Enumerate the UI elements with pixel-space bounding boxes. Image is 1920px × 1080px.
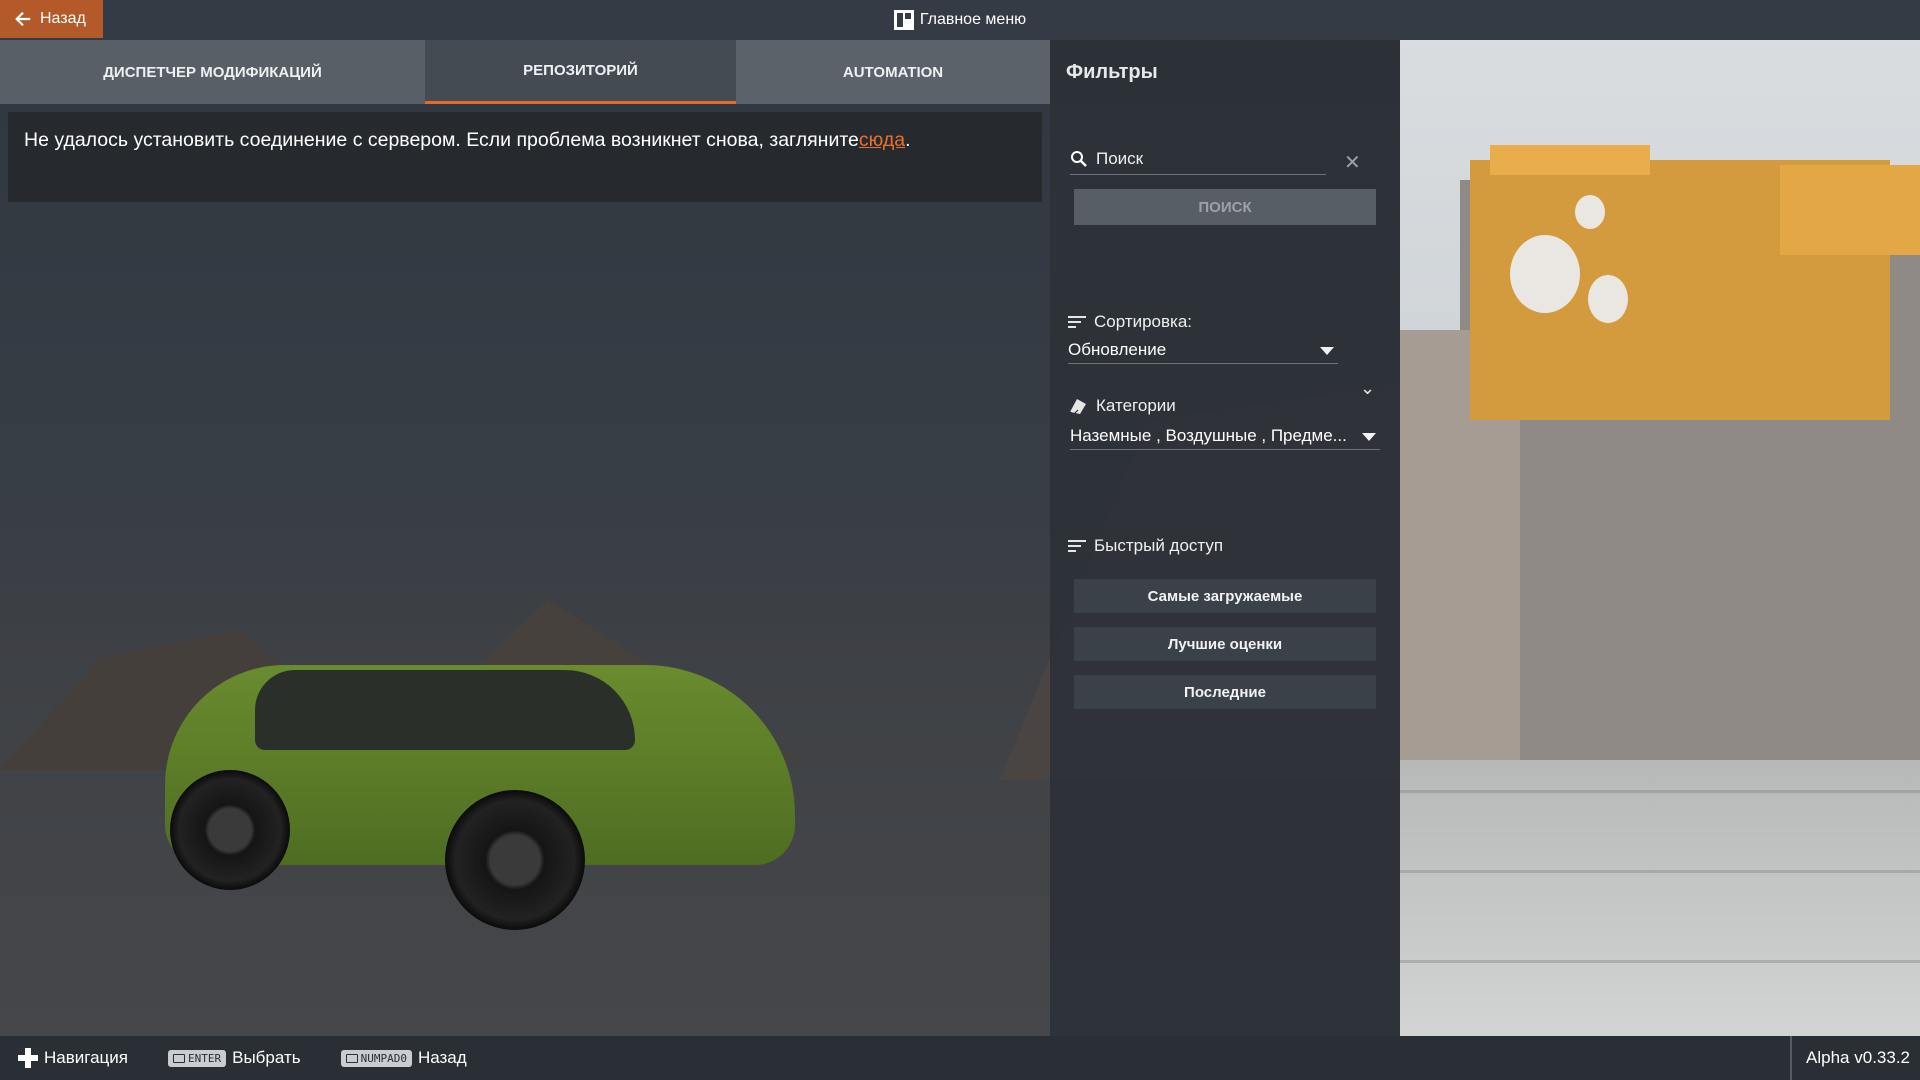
tab-automation[interactable]: Automation	[736, 40, 1050, 104]
search-field[interactable]	[1070, 144, 1326, 175]
sort-select[interactable]: Обновление	[1068, 337, 1338, 364]
categories-section: Категории	[1068, 396, 1176, 416]
numpad-key-badge: NUMPAD0	[340, 1049, 412, 1067]
tower-orange-block	[1780, 165, 1920, 255]
chevron-down-icon[interactable]: ⌄	[1360, 378, 1375, 399]
sort-label: Сортировка:	[1094, 312, 1193, 331]
dropdown-caret-icon	[1320, 347, 1334, 355]
floor-line	[1400, 960, 1920, 963]
floor-line	[1400, 790, 1920, 793]
categories-value: Наземные , Воздушные , Предме...	[1070, 426, 1347, 445]
recent-button[interactable]: Последние	[1074, 675, 1376, 709]
dpad-icon	[18, 1048, 38, 1068]
keyboard-icon	[172, 1053, 185, 1063]
help-link[interactable]: сюда	[859, 129, 905, 151]
scene-right-lit	[1400, 40, 1920, 1036]
clear-search-icon[interactable]: ✕	[1344, 150, 1361, 175]
keyboard-icon	[345, 1053, 358, 1063]
filters-panel: Фильтры ✕ Поиск Сортировка: Обновление ⌄…	[1050, 40, 1400, 1036]
page-title-text: Главное меню	[919, 11, 1027, 28]
search-button[interactable]: Поиск	[1074, 189, 1376, 225]
version-label: Alpha v0.33.2	[1790, 1036, 1910, 1080]
hint-select[interactable]: ENTER Выбрать	[167, 1048, 301, 1068]
car-wheel	[170, 770, 290, 890]
quick-access-icon	[1068, 539, 1086, 553]
tab-repository[interactable]: Репозиторий	[425, 40, 736, 104]
car-window	[255, 670, 635, 750]
top-bar: Назад Главное меню	[0, 0, 1920, 40]
hint-back[interactable]: NUMPAD0 Назад	[340, 1048, 467, 1068]
enter-key-text: ENTER	[187, 1051, 222, 1065]
sort-icon	[1068, 315, 1086, 329]
categories-label: Категории	[1096, 396, 1176, 415]
error-message: Не удалось установить соединение с серве…	[8, 112, 1042, 202]
hint-back-label: Назад	[417, 1048, 467, 1067]
sort-value: Обновление	[1068, 340, 1167, 359]
enter-key-badge: ENTER	[167, 1049, 227, 1067]
tab-mod-manager[interactable]: Диспетчер модификаций	[0, 40, 425, 104]
hint-navigation-label: Навигация	[44, 1048, 128, 1067]
logo-shape	[1588, 275, 1628, 323]
filters-title: Фильтры	[1050, 40, 1400, 104]
numpad-key-text: NUMPAD0	[360, 1051, 407, 1065]
car-wheel	[445, 790, 585, 930]
hint-navigation: Навигация	[18, 1048, 128, 1068]
dropdown-caret-icon	[1362, 433, 1376, 441]
categories-icon	[1069, 399, 1086, 415]
top-rated-button[interactable]: Лучшие оценки	[1074, 627, 1376, 661]
tab-bar: Диспетчер модификаций Репозиторий Automa…	[0, 40, 1050, 104]
floor-line	[1400, 870, 1920, 873]
error-suffix: .	[905, 129, 911, 151]
main-menu-icon	[893, 10, 914, 30]
tower-orange-block	[1490, 145, 1650, 175]
logo-shape	[1575, 195, 1605, 229]
error-text: Не удалось установить соединение с серве…	[24, 129, 859, 151]
quick-access-label: Быстрый доступ	[1094, 536, 1224, 555]
floor	[1400, 760, 1920, 1036]
bottom-bar: Навигация ENTER Выбрать NUMPAD0 Назад Al…	[0, 1036, 1920, 1080]
categories-select[interactable]: Наземные , Воздушные , Предме...	[1070, 423, 1380, 450]
hint-select-label: Выбрать	[232, 1048, 301, 1067]
logo-shape	[1510, 235, 1580, 313]
search-input[interactable]	[1094, 148, 1298, 170]
quick-access-section: Быстрый доступ	[1068, 536, 1223, 556]
search-icon	[1071, 151, 1087, 167]
most-downloaded-button[interactable]: Самые загружаемые	[1074, 579, 1376, 613]
sort-section: Сортировка:	[1068, 312, 1192, 332]
page-title: Главное меню	[0, 0, 1920, 40]
